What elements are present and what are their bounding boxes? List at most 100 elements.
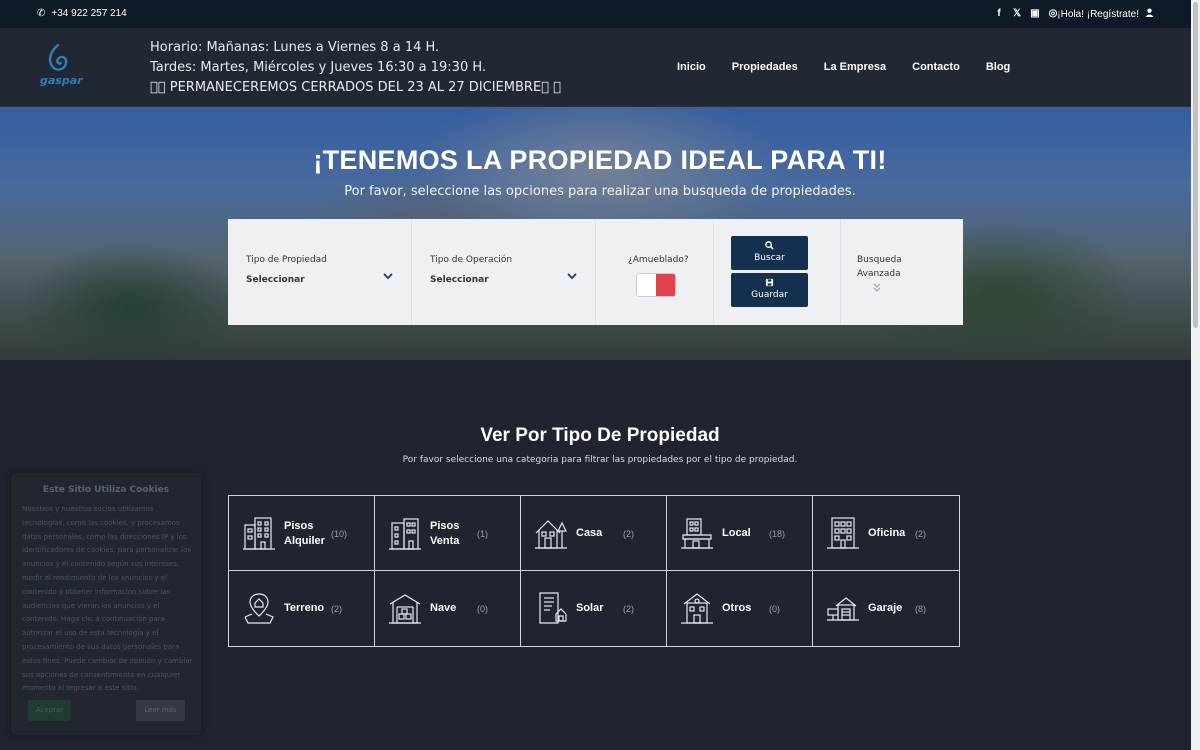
land-pin-icon	[244, 593, 274, 624]
main-nav: Inicio Propiedades La Empresa Contacto B…	[677, 61, 1010, 73]
category-count: (10)	[331, 528, 348, 539]
nav-la-empresa[interactable]: La Empresa	[824, 61, 886, 73]
hours-morning: Horario: Mañanas: Lunes a Viernes 8 a 14…	[150, 40, 440, 55]
category-nave[interactable]: Nave (0)	[375, 571, 521, 646]
category-count: (2)	[623, 603, 634, 614]
category-count: (2)	[331, 603, 342, 614]
save-icon	[731, 273, 808, 290]
register-link[interactable]: ¡Hola! ¡Regístrate!	[1057, 8, 1154, 20]
category-name-line1: Casa	[576, 527, 603, 539]
building-icon	[681, 593, 713, 624]
section-subtitle: Por favor seleccione una categoria para …	[402, 455, 798, 465]
logo-flame-icon	[48, 43, 68, 71]
user-icon	[1145, 8, 1154, 20]
nav-blog[interactable]: Blog	[986, 61, 1010, 73]
category-count: (8)	[915, 603, 926, 614]
cookie-read-more-button[interactable]: Leer más	[136, 700, 185, 721]
search-button-label: Buscar	[754, 253, 785, 263]
operation-type-value: Seleccionar	[430, 275, 489, 285]
furnished-toggle[interactable]	[636, 273, 676, 297]
phone-number: +34 922 257 214	[51, 8, 127, 19]
category-name-line1: Otros	[722, 602, 752, 614]
operation-type-label: Tipo de Operación	[430, 255, 513, 265]
advanced-line-2: Avanzada	[857, 269, 901, 279]
facebook-icon[interactable]: f	[994, 8, 1004, 19]
search-icon	[731, 236, 808, 253]
category-name-line1: Terreno	[284, 602, 325, 614]
category-count: (18)	[769, 528, 786, 539]
category-count: (2)	[623, 528, 634, 539]
category-name: Nave	[430, 571, 476, 646]
apartment-building-icon	[243, 517, 275, 550]
operation-type-select[interactable]: Tipo de Operación Seleccionar	[412, 219, 596, 325]
register-label: ¡Hola! ¡Regístrate!	[1057, 8, 1139, 20]
advanced-search-label: Busqueda Avanzada	[857, 253, 902, 292]
cookie-title: Este Sitio Utiliza Cookies	[42, 485, 170, 495]
category-otros[interactable]: Otros (0)	[667, 571, 813, 646]
category-name: Oficina	[868, 496, 914, 571]
category-count: (1)	[477, 528, 488, 539]
property-type-grid: Pisos Alquiler (10) Pisos Venta (1) Casa…	[228, 495, 960, 647]
nav-inicio[interactable]: Inicio	[677, 61, 706, 73]
category-name: Otros	[722, 571, 768, 646]
x-icon[interactable]: 𝕏	[1012, 8, 1022, 19]
nav-propiedades[interactable]: Propiedades	[732, 61, 798, 73]
category-name-line2: Alquiler	[284, 534, 325, 547]
category-solar[interactable]: Solar (2)	[521, 571, 667, 646]
cookie-accept-button[interactable]: Aceptar	[28, 700, 71, 721]
category-count: (0)	[769, 603, 780, 614]
toggle-off-side	[637, 274, 656, 296]
category-name: Pisos Alquiler	[284, 496, 330, 571]
chevron-down-icon	[567, 271, 577, 283]
search-form: Tipo de Propiedad Seleccionar Tipo de Op…	[228, 219, 963, 325]
hero-title: ¡TENEMOS LA PROPIEDAD IDEAL PARA TI!	[313, 145, 887, 175]
nav-contacto[interactable]: Contacto	[912, 61, 960, 73]
save-button-label: Guardar	[751, 290, 788, 300]
category-name-line1: Pisos	[284, 519, 314, 532]
category-pisos-alquiler[interactable]: Pisos Alquiler (10)	[229, 496, 375, 571]
plot-document-icon	[539, 592, 567, 624]
category-name-line1: Garaje	[868, 602, 903, 614]
site-logo[interactable]: gaspar	[38, 42, 83, 92]
search-button[interactable]: Buscar	[731, 236, 808, 270]
property-type-select[interactable]: Tipo de Propiedad Seleccionar	[228, 219, 412, 325]
category-name-line1: Local	[722, 527, 751, 539]
category-terreno[interactable]: Terreno (2)	[229, 571, 375, 646]
chevron-down-icon	[383, 271, 393, 283]
warehouse-icon	[389, 594, 421, 624]
property-type-label: Tipo de Propiedad	[246, 255, 327, 265]
category-oficina[interactable]: Oficina (2)	[813, 496, 959, 571]
section-title: Ver Por Tipo De Propiedad	[480, 425, 720, 446]
save-button[interactable]: Guardar	[731, 273, 808, 307]
closure-notice: ⃝⃝ PERMANECEREMOS CERRADOS DEL 23 AL 27 …	[150, 80, 561, 95]
category-garaje[interactable]: Garaje (8)	[813, 571, 959, 646]
category-count: (2)	[915, 528, 926, 539]
cookie-text: Nosotros y nuestros socios utilizamos te…	[22, 505, 193, 693]
furnished-field: ¿Amueblado?	[596, 219, 714, 325]
property-type-value: Seleccionar	[246, 275, 305, 285]
category-casa[interactable]: Casa (2)	[521, 496, 667, 571]
category-pisos-venta[interactable]: Pisos Venta (1)	[375, 496, 521, 571]
advanced-search-toggle[interactable]: Busqueda Avanzada	[841, 219, 963, 325]
social-links: f 𝕏 ▣ ◎	[994, 8, 1058, 19]
opening-hours: Horario: Mañanas: Lunes a Viernes 8 a 14…	[150, 38, 561, 98]
hero-subtitle: Por favor, seleccione las opciones para …	[344, 184, 856, 199]
scrollbar-thumb[interactable]	[1193, 2, 1198, 328]
phone-link[interactable]: ✆ +34 922 257 214	[37, 8, 127, 19]
category-count: (0)	[477, 603, 488, 614]
category-name-line2: Venta	[430, 534, 460, 547]
category-local[interactable]: Local (18)	[667, 496, 813, 571]
linkedin-icon[interactable]: ▣	[1030, 8, 1040, 19]
category-name-line1: Pisos	[430, 519, 460, 532]
category-name-line1: Solar	[576, 602, 604, 614]
cookie-consent-panel: Este Sitio Utiliza Cookies Nosotros y nu…	[11, 473, 201, 735]
category-name-line1: Oficina	[868, 527, 906, 539]
apartment-building-icon	[389, 518, 421, 550]
page-scrollbar[interactable]	[1191, 0, 1200, 750]
category-name: Terreno	[284, 571, 330, 646]
logo-text: gaspar	[40, 74, 83, 87]
hours-afternoon: Tardes: Martes, Miércoles y Jueves 16:30…	[150, 60, 487, 75]
advanced-line-1: Busqueda	[857, 255, 902, 265]
double-chevron-down-icon	[873, 283, 881, 297]
category-name: Local	[722, 496, 768, 571]
